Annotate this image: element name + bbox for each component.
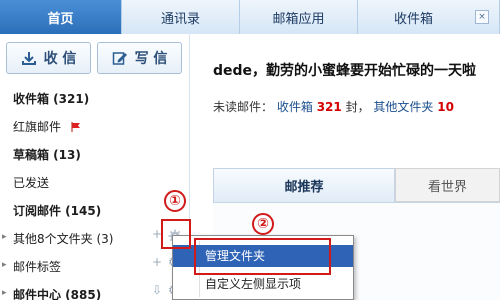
- unread-inbox-link[interactable]: 收件箱: [277, 100, 313, 114]
- edit-icon: [112, 52, 127, 65]
- folder-labels[interactable]: 邮件标签: [13, 258, 61, 275]
- red-flag-icon: [71, 122, 80, 132]
- annotation-marker-one: ①: [164, 190, 186, 212]
- greeting-text: dede，勤劳的小蜜蜂要开始忙碌的一天啦: [213, 63, 477, 79]
- folder-inbox[interactable]: 收件箱 (321): [13, 90, 89, 107]
- sidebar: 收 信 写 信 收件箱 (321) 红旗邮件 草稿箱 (13) 已发送 订阅邮件…: [0, 34, 190, 300]
- compose-button[interactable]: 写 信: [97, 42, 182, 74]
- folder-other[interactable]: 其他8个文件夹 (3): [13, 230, 113, 247]
- top-tab-bar: 首页 通讯录 邮箱应用 收件箱 ×: [0, 0, 500, 34]
- receive-button-label: 收 信: [43, 51, 77, 67]
- download-small-icon[interactable]: ⇩: [152, 283, 162, 297]
- tab-world[interactable]: 看世界: [395, 168, 500, 202]
- folder-flagged[interactable]: 红旗邮件: [13, 118, 81, 135]
- tab-inbox[interactable]: 收件箱 ×: [358, 0, 500, 34]
- download-icon: [21, 52, 36, 65]
- tab-inbox-label: 收件箱: [393, 11, 433, 27]
- receive-button[interactable]: 收 信: [6, 42, 91, 74]
- annotation-box-menu-item: [194, 238, 331, 275]
- close-icon[interactable]: ×: [475, 10, 489, 24]
- compose-button-label: 写 信: [134, 51, 168, 67]
- annotation-marker-two: ②: [252, 213, 274, 235]
- tab-mail-apps[interactable]: 邮箱应用: [240, 0, 358, 34]
- folder-mail-center[interactable]: 邮件中心 (885): [13, 286, 101, 300]
- expand-arrow-icon[interactable]: ▸: [2, 260, 7, 270]
- menu-item-customize-sidebar[interactable]: 自定义左侧显示项: [173, 273, 353, 295]
- folder-drafts[interactable]: 草稿箱 (13): [13, 146, 81, 163]
- annotation-box-gear: [161, 219, 191, 249]
- expand-arrow-icon[interactable]: ▸: [2, 232, 7, 242]
- unread-inbox-count: 321: [316, 100, 342, 114]
- tab-home[interactable]: 首页: [0, 0, 122, 34]
- expand-arrow-icon[interactable]: ▸: [2, 288, 7, 298]
- unread-other-count: 10: [437, 100, 454, 114]
- unread-unit: 封，: [345, 100, 370, 114]
- tab-contacts[interactable]: 通讯录: [122, 0, 240, 34]
- folder-sent[interactable]: 已发送: [13, 174, 49, 191]
- unread-prefix: 未读邮件：: [213, 100, 274, 114]
- folder-flagged-label: 红旗邮件: [13, 120, 62, 134]
- unread-summary: 未读邮件： 收件箱 321 封， 其他文件夹 10: [213, 98, 454, 115]
- content-tabs: 邮推荐 看世界: [213, 168, 500, 202]
- unread-other-link[interactable]: 其他文件夹: [373, 100, 433, 114]
- add-label-icon[interactable]: +: [152, 255, 162, 269]
- folder-subscriptions[interactable]: 订阅邮件 (145): [13, 202, 101, 219]
- tab-recommended[interactable]: 邮推荐: [213, 168, 395, 202]
